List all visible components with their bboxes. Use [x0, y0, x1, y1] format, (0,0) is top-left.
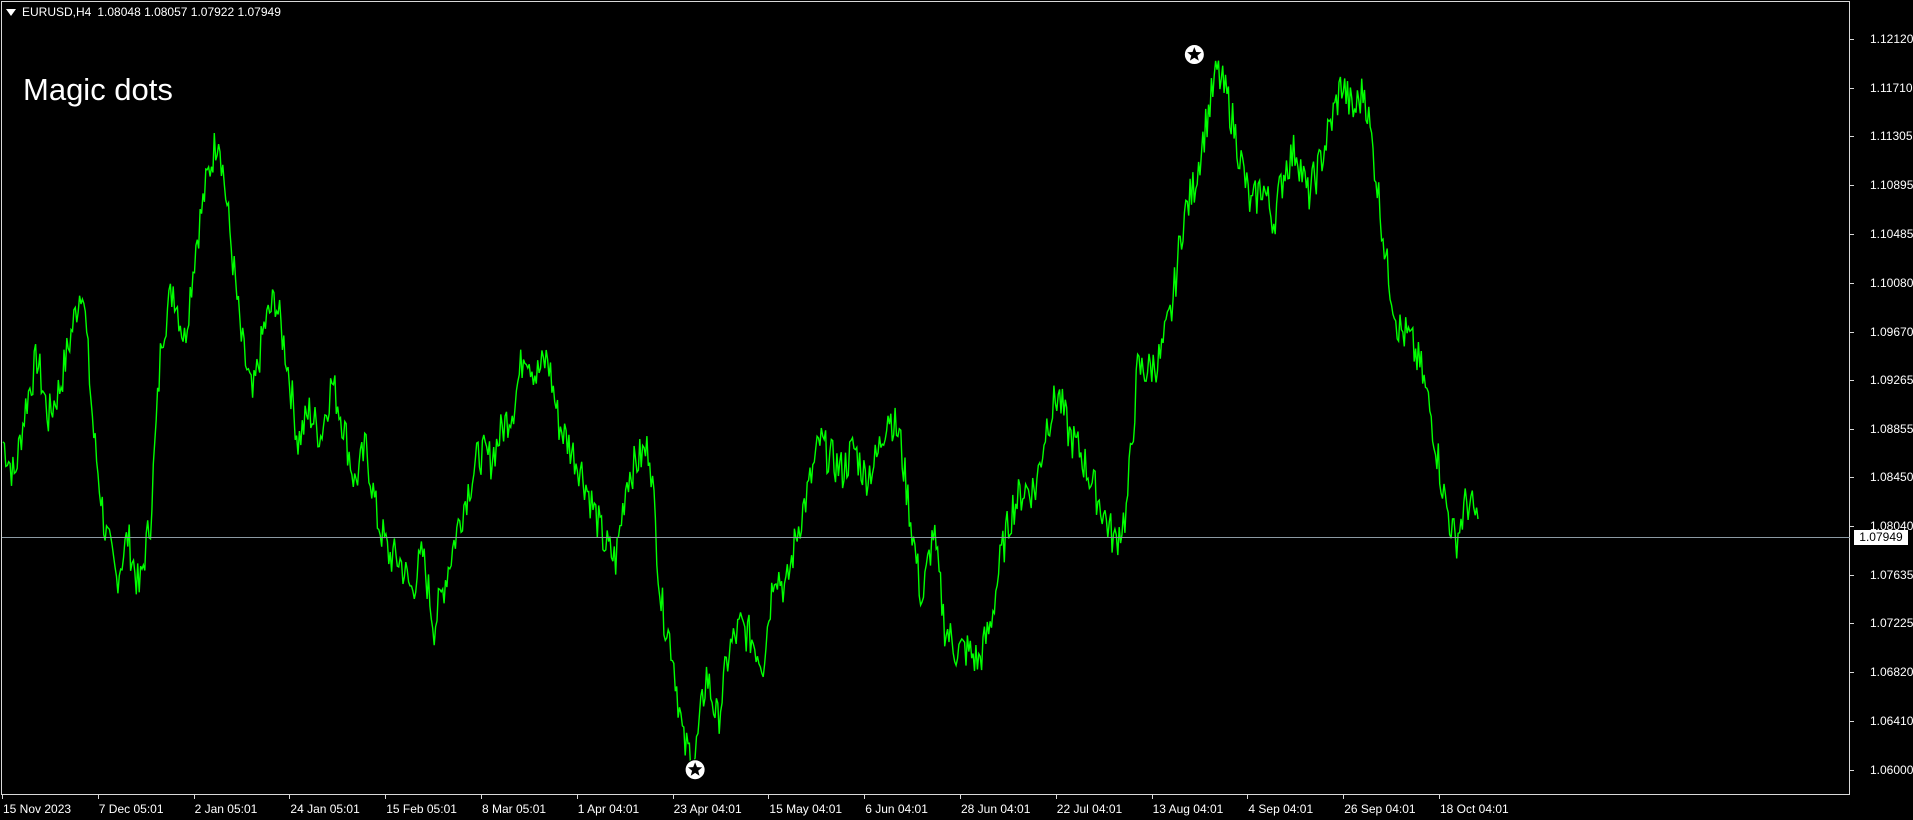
price-tick-mark	[1850, 136, 1854, 137]
price-tick-mark	[1850, 575, 1854, 576]
price-tick-label: 1.09670	[1870, 324, 1913, 339]
price-tick-label: 1.06000	[1870, 762, 1913, 777]
time-tick-label: 4 Sep 04:01	[1248, 802, 1314, 816]
time-tick-label: 26 Sep 04:01	[1344, 802, 1416, 816]
magic-dot-star-icon[interactable]	[684, 759, 706, 781]
time-tick-label: 15 May 04:01	[769, 802, 843, 816]
price-tick-mark	[1850, 770, 1854, 771]
time-tick-label: 6 Jun 04:01	[865, 802, 928, 816]
time-tick-mark	[577, 795, 578, 799]
current-price-line	[2, 537, 1850, 538]
price-tick-label: 1.08855	[1870, 421, 1913, 436]
time-tick-label: 7 Dec 05:01	[98, 802, 164, 816]
price-tick-label: 1.11305	[1870, 129, 1913, 144]
time-tick-label: 8 Mar 05:01	[482, 802, 547, 816]
price-tick-label: 1.10080	[1870, 275, 1913, 290]
price-tick-label: 1.08040	[1870, 519, 1913, 534]
price-axis[interactable]	[1851, 0, 1913, 820]
triangle-down-icon[interactable]	[6, 8, 16, 16]
price-tick-mark	[1850, 185, 1854, 186]
price-tick-label: 1.09265	[1870, 372, 1913, 387]
time-tick-label: 1 Apr 04:01	[577, 802, 640, 816]
time-tick-mark	[1056, 795, 1057, 799]
price-series-line	[2, 60, 1479, 774]
time-tick-mark	[98, 795, 99, 799]
price-tick-mark	[1850, 721, 1854, 722]
time-tick-label: 15 Nov 2023	[3, 802, 72, 816]
price-tick-label: 1.12120	[1870, 32, 1913, 47]
time-tick-mark	[673, 795, 674, 799]
time-tick-mark	[481, 795, 482, 799]
price-tick-label: 1.08450	[1870, 470, 1913, 485]
time-tick-mark	[1247, 795, 1248, 799]
time-tick-mark	[1343, 795, 1344, 799]
chart-window[interactable]: 1.07949 EURUSD,H4 1.08048 1.08057 1.0792…	[0, 0, 1913, 820]
price-tick-mark	[1850, 623, 1854, 624]
time-tick-mark	[289, 795, 290, 799]
time-tick-mark	[960, 795, 961, 799]
price-tick-mark	[1850, 526, 1854, 527]
price-tick-mark	[1850, 429, 1854, 430]
time-tick-label: 15 Feb 05:01	[386, 802, 457, 816]
time-tick-label: 18 Oct 04:01	[1440, 802, 1509, 816]
time-tick-label: 2 Jan 05:01	[194, 802, 258, 816]
time-tick-mark	[385, 795, 386, 799]
price-tick-label: 1.07635	[1870, 567, 1913, 582]
price-tick-mark	[1850, 672, 1854, 673]
symbol-name: EURUSD,H4	[22, 5, 92, 19]
price-tick-mark	[1850, 380, 1854, 381]
time-tick-mark	[864, 795, 865, 799]
price-tick-mark	[1850, 477, 1854, 478]
time-tick-mark	[1439, 795, 1440, 799]
time-tick-label: 24 Jan 05:01	[290, 802, 360, 816]
time-tick-label: 22 Jul 04:01	[1056, 802, 1123, 816]
symbol-bar: EURUSD,H4 1.08048 1.08057 1.07922 1.0794…	[6, 5, 281, 19]
time-tick-label: 13 Aug 04:01	[1152, 802, 1224, 816]
price-tick-mark	[1850, 332, 1854, 333]
ohlc-values: 1.08048 1.08057 1.07922 1.07949	[97, 5, 281, 19]
time-tick-mark	[194, 795, 195, 799]
price-tick-label: 1.10485	[1870, 227, 1913, 242]
price-tick-label: 1.10895	[1870, 178, 1913, 193]
time-tick-label: 23 Apr 04:01	[673, 802, 742, 816]
time-tick-mark	[2, 795, 3, 799]
price-tick-label: 1.06820	[1870, 664, 1913, 679]
price-tick-label: 1.06410	[1870, 713, 1913, 728]
time-tick-mark	[1152, 795, 1153, 799]
time-tick-mark	[768, 795, 769, 799]
price-tick-label: 1.11710	[1870, 80, 1913, 95]
indicator-title: Magic dots	[23, 72, 173, 107]
price-tick-mark	[1850, 234, 1854, 235]
magic-dot-star-icon[interactable]	[1183, 44, 1205, 66]
time-tick-label: 28 Jun 04:01	[961, 802, 1031, 816]
price-series-canvas	[2, 44, 1479, 781]
price-tick-mark	[1850, 88, 1854, 89]
price-tick-mark	[1850, 283, 1854, 284]
price-tick-label: 1.07225	[1870, 616, 1913, 631]
price-tick-mark	[1850, 39, 1854, 40]
